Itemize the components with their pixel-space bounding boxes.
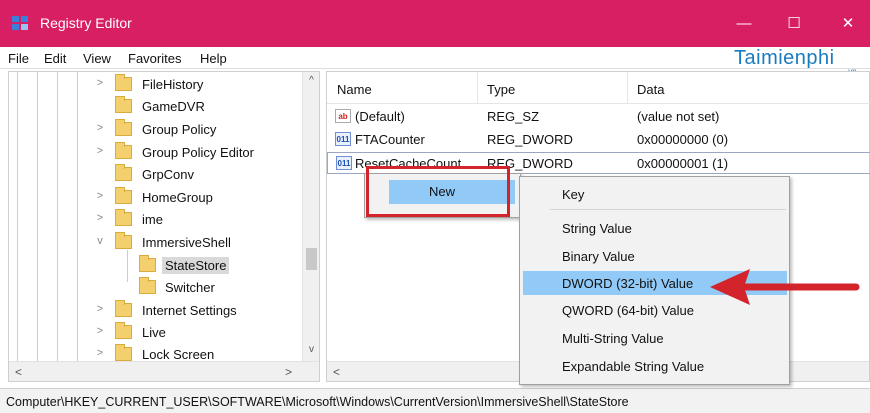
tree-item-label: Group Policy Editor xyxy=(142,145,254,160)
folder-icon xyxy=(115,164,132,181)
submenu-expandable-string-value[interactable]: Expandable String Value xyxy=(562,359,704,374)
submenu-dword-value[interactable]: DWORD (32-bit) Value xyxy=(562,276,693,291)
expand-arrow-icon[interactable]: > xyxy=(94,325,106,339)
dword-value-icon: 011 xyxy=(335,132,351,146)
folder-icon xyxy=(115,119,132,136)
tree-item-label: ImmersiveShell xyxy=(142,235,231,250)
tree-item-label: Group Policy xyxy=(142,122,217,137)
tree-item-immersiveshell[interactable]: v ImmersiveShell xyxy=(9,232,301,254)
folder-icon xyxy=(115,344,132,361)
folder-icon xyxy=(115,142,132,159)
menu-help[interactable]: Help xyxy=(200,51,227,66)
status-bar: Computer\HKEY_CURRENT_USER\SOFTWARE\Micr… xyxy=(0,388,870,413)
folder-icon xyxy=(139,255,156,272)
close-button[interactable]: ✕ xyxy=(828,10,868,38)
annotation-highlight-box xyxy=(366,166,510,217)
registry-path: Computer\HKEY_CURRENT_USER\SOFTWARE\Micr… xyxy=(6,395,629,409)
tree-item-label: StateStore xyxy=(162,257,230,274)
tree-item-internet-settings[interactable]: > Internet Settings xyxy=(9,300,301,322)
watermark-logo: Taimienphi xyxy=(734,47,835,69)
tree-item-label: GrpConv xyxy=(142,167,195,182)
tree-item-ime[interactable]: > ime xyxy=(9,209,301,231)
scroll-left-arrow-icon[interactable]: < xyxy=(15,365,22,379)
tree-item-label: Switcher xyxy=(165,280,215,295)
value-row-ftacounter[interactable]: 011 FTACounter REG_DWORD 0x00000000 (0) xyxy=(327,129,870,151)
tree-item-homegroup[interactable]: > HomeGroup xyxy=(9,187,301,209)
window-title: Registry Editor xyxy=(40,15,132,31)
tree-horizontal-scrollbar[interactable]: < > xyxy=(9,361,319,381)
tree-item-group-policy-editor[interactable]: > Group Policy Editor xyxy=(9,142,301,164)
value-type: REG_SZ xyxy=(487,109,540,124)
tree-vertical-scrollbar[interactable]: ^ v xyxy=(302,72,319,361)
folder-icon xyxy=(115,74,132,91)
column-divider[interactable] xyxy=(627,72,628,104)
collapse-arrow-icon[interactable]: v xyxy=(94,235,106,249)
column-header-name[interactable]: Name xyxy=(337,82,372,97)
tree-item-live[interactable]: > Live xyxy=(9,322,301,344)
registry-editor-icon xyxy=(12,16,28,30)
folder-icon xyxy=(115,209,132,226)
tree-item-label: ime xyxy=(142,212,163,227)
menu-separator xyxy=(550,209,786,210)
scrollbar-thumb[interactable] xyxy=(306,248,317,270)
scroll-right-arrow-icon[interactable]: > xyxy=(285,365,292,379)
expand-arrow-icon[interactable]: > xyxy=(94,122,106,136)
value-data: (value not set) xyxy=(637,109,720,124)
annotation-arrow-icon xyxy=(710,269,860,305)
tree-item-filehistory[interactable]: > FileHistory xyxy=(9,74,301,96)
tree-item-grpconv[interactable]: GrpConv xyxy=(9,164,301,186)
scroll-up-arrow-icon[interactable]: ^ xyxy=(303,75,320,86)
submenu-string-value[interactable]: String Value xyxy=(562,221,632,236)
submenu-key[interactable]: Key xyxy=(562,187,584,202)
menu-favorites[interactable]: Favorites xyxy=(128,51,181,66)
dword-value-icon: 011 xyxy=(336,156,352,170)
value-data: 0x00000000 (0) xyxy=(637,132,729,147)
tree-item-label: FileHistory xyxy=(142,77,204,92)
menu-view[interactable]: View xyxy=(83,51,111,66)
folder-icon xyxy=(115,322,132,339)
folder-icon xyxy=(115,187,132,204)
key-tree-pane[interactable]: > FileHistory GameDVR > Group Policy > G… xyxy=(8,71,320,382)
values-column-headers: Name Type Data xyxy=(327,72,870,104)
folder-icon xyxy=(115,232,132,249)
column-header-data[interactable]: Data xyxy=(637,82,664,97)
tree-item-lock-screen[interactable]: > Lock Screen xyxy=(9,344,301,361)
value-name: (Default) xyxy=(355,109,405,124)
title-bar: Registry Editor — ☐ ✕ xyxy=(0,0,870,47)
tree-item-statestore[interactable]: StateStore xyxy=(9,255,301,277)
tree-item-label: Internet Settings xyxy=(142,303,237,318)
expand-arrow-icon[interactable]: > xyxy=(94,190,106,204)
folder-icon xyxy=(115,300,132,317)
submenu-multi-string-value[interactable]: Multi-String Value xyxy=(562,331,664,346)
column-divider[interactable] xyxy=(477,72,478,104)
tree-item-switcher[interactable]: Switcher xyxy=(9,277,301,299)
menu-edit[interactable]: Edit xyxy=(44,51,66,66)
string-value-icon: ab xyxy=(335,109,351,123)
expand-arrow-icon[interactable]: > xyxy=(94,347,106,361)
minimize-button[interactable]: — xyxy=(724,10,764,38)
scroll-left-arrow-icon[interactable]: < xyxy=(333,365,340,379)
submenu-qword-value[interactable]: QWORD (64-bit) Value xyxy=(562,303,694,318)
expand-arrow-icon[interactable]: > xyxy=(94,77,106,91)
tree-item-label: Lock Screen xyxy=(142,347,215,361)
expand-arrow-icon[interactable]: > xyxy=(94,145,106,159)
expand-arrow-icon[interactable]: > xyxy=(94,303,106,317)
scroll-down-arrow-icon[interactable]: v xyxy=(303,344,320,355)
value-row-default[interactable]: ab (Default) REG_SZ (value not set) xyxy=(327,106,870,128)
tree-item-gamedvr[interactable]: GameDVR xyxy=(9,96,301,118)
column-header-type[interactable]: Type xyxy=(487,82,515,97)
tree-item-label: Live xyxy=(142,325,166,340)
tree-item-label: GameDVR xyxy=(142,99,205,114)
folder-icon xyxy=(115,96,132,113)
value-name: FTACounter xyxy=(355,132,425,147)
maximize-button[interactable]: ☐ xyxy=(774,10,814,38)
menu-file[interactable]: File xyxy=(8,51,29,66)
tree-item-label: HomeGroup xyxy=(142,190,213,205)
folder-icon xyxy=(139,277,156,294)
value-type: REG_DWORD xyxy=(487,132,573,147)
value-data: 0x00000001 (1) xyxy=(637,156,729,171)
expand-arrow-icon[interactable]: > xyxy=(94,212,106,226)
submenu-binary-value[interactable]: Binary Value xyxy=(562,249,635,264)
tree-item-group-policy[interactable]: > Group Policy xyxy=(9,119,301,141)
